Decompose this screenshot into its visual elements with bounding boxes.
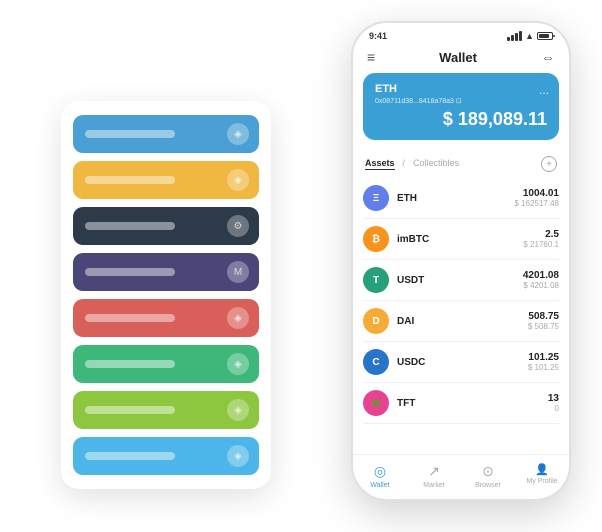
asset-name-usdc: USDC [397,357,528,368]
market-nav-label: Market [423,482,444,489]
asset-values-dai: 508.75 $ 508.75 [528,311,559,331]
asset-name-imbtc: imBTC [397,234,523,245]
asset-usd-eth: $ 162517.48 [515,199,560,208]
nav-browser[interactable]: ⊙ Browser [461,463,515,489]
card-item-icon: M [227,261,249,283]
card-item[interactable]: ◈ [73,391,259,429]
card-stack: ◈ ◈ ⚙ M ◈ ◈ ◈ ◈ [61,101,271,489]
asset-values-tft: 13 0 [548,393,559,413]
card-line [85,130,175,138]
card-item-icon: ◈ [227,399,249,421]
card-item[interactable]: ⚙ [73,207,259,245]
card-item-icon: ◈ [227,123,249,145]
card-line [85,176,175,184]
asset-row-imbtc[interactable]: ₿ imBTC 2.5 $ 21760.1 [363,219,559,260]
asset-usd-tft: 0 [548,404,559,413]
eth-ticker: ETH [375,83,547,95]
nav-bar: ≡ Wallet ⇔ [353,45,569,73]
add-asset-button[interactable]: + [541,156,557,172]
card-item-icon: ◈ [227,445,249,467]
asset-row-eth[interactable]: Ξ ETH 1004.01 $ 162517.48 [363,178,559,219]
card-item[interactable]: ◈ [73,345,259,383]
card-line [85,222,175,230]
asset-values-eth: 1004.01 $ 162517.48 [515,188,560,208]
tab-assets[interactable]: Assets [365,158,395,170]
dai-icon: D [363,308,389,334]
asset-usd-usdc: $ 101.25 [528,363,559,372]
browser-nav-label: Browser [475,482,501,489]
asset-usd-dai: $ 508.75 [528,322,559,331]
eth-address: 0x08711d38...8418a78a3 ⊡ [375,97,547,105]
usdt-icon: T [363,267,389,293]
asset-usd-imbtc: $ 21760.1 [523,240,559,249]
card-line [85,360,175,368]
asset-amount-usdt: 4201.08 [523,270,559,281]
profile-nav-icon: 👤 [535,463,549,476]
nav-wallet[interactable]: ◎ Wallet [353,463,407,489]
asset-row-tft[interactable]: 🌿 TFT 13 0 [363,383,559,424]
card-line [85,314,175,322]
status-bar: 9:41 ▲ [353,23,569,45]
expand-icon[interactable]: ⇔ [541,49,555,65]
phone-mockup: 9:41 ▲ ≡ Wallet ⇔ ET [351,21,571,501]
card-item[interactable]: ◈ [73,299,259,337]
asset-values-imbtc: 2.5 $ 21760.1 [523,229,559,249]
card-item-icon: ◈ [227,353,249,375]
asset-amount-imbtc: 2.5 [523,229,559,240]
card-line [85,268,175,276]
asset-values-usdt: 4201.08 $ 4201.08 [523,270,559,290]
card-item[interactable]: ◈ [73,115,259,153]
asset-usd-usdt: $ 4201.08 [523,281,559,290]
card-item-icon: ◈ [227,307,249,329]
battery-icon [537,32,553,40]
asset-name-dai: DAI [397,316,528,327]
profile-nav-label: My Profile [526,478,557,485]
asset-amount-dai: 508.75 [528,311,559,322]
asset-amount-tft: 13 [548,393,559,404]
asset-row-usdt[interactable]: T USDT 4201.08 $ 4201.08 [363,260,559,301]
assets-header: Assets / Collectibles + [353,150,569,178]
asset-row-usdc[interactable]: C USDC 101.25 $ 101.25 [363,342,559,383]
eth-balance: $ 189,089.11 [375,109,547,130]
page-title: Wallet [439,50,477,65]
wifi-icon: ▲ [525,31,534,41]
assets-tabs: Assets / Collectibles [365,158,459,170]
asset-name-tft: TFT [397,398,548,409]
scene: ◈ ◈ ⚙ M ◈ ◈ ◈ ◈ [31,21,571,511]
signal-icon [507,31,522,41]
status-time: 9:41 [369,31,387,41]
asset-amount-usdc: 101.25 [528,352,559,363]
nav-market[interactable]: ↗ Market [407,463,461,489]
usdc-icon: C [363,349,389,375]
more-icon[interactable]: ... [539,83,549,97]
card-item-icon: ⚙ [227,215,249,237]
bottom-nav: ◎ Wallet ↗ Market ⊙ Browser 👤 My Profile [353,454,569,499]
card-item[interactable]: ◈ [73,161,259,199]
nav-profile[interactable]: 👤 My Profile [515,463,569,489]
card-item[interactable]: ◈ [73,437,259,475]
tft-icon: 🌿 [363,390,389,416]
market-nav-icon: ↗ [428,463,440,480]
imbtc-icon: ₿ [363,226,389,252]
tab-collectibles[interactable]: Collectibles [413,158,459,170]
asset-name-eth: ETH [397,193,515,204]
wallet-nav-icon: ◎ [374,463,386,480]
tab-separator: / [403,158,406,170]
eth-icon: Ξ [363,185,389,211]
asset-row-dai[interactable]: D DAI 508.75 $ 508.75 [363,301,559,342]
asset-values-usdc: 101.25 $ 101.25 [528,352,559,372]
browser-nav-icon: ⊙ [482,463,494,480]
asset-amount-eth: 1004.01 [515,188,560,199]
wallet-nav-label: Wallet [370,482,389,489]
status-icons: ▲ [507,31,553,41]
hamburger-icon[interactable]: ≡ [367,49,375,65]
card-line [85,406,175,414]
asset-list: Ξ ETH 1004.01 $ 162517.48 ₿ imBTC 2.5 $ … [353,178,569,454]
card-item-icon: ◈ [227,169,249,191]
eth-card[interactable]: ETH 0x08711d38...8418a78a3 ⊡ $ 189,089.1… [363,73,559,140]
asset-name-usdt: USDT [397,275,523,286]
card-item[interactable]: M [73,253,259,291]
card-line [85,452,175,460]
